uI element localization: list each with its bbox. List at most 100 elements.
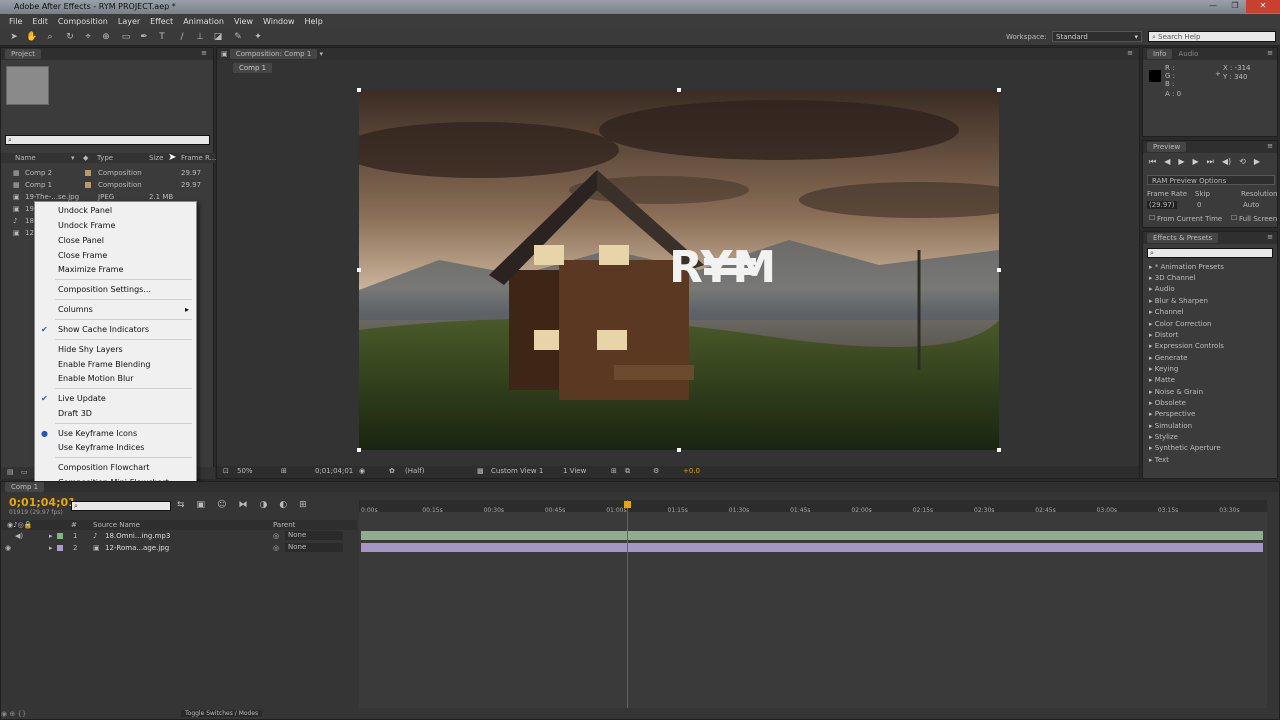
transform-handle[interactable] bbox=[997, 448, 1001, 452]
resolution-select[interactable]: (Half) bbox=[405, 467, 424, 475]
menu-item-draft-3d[interactable]: Draft 3D bbox=[58, 409, 92, 418]
tab-audio[interactable]: Audio bbox=[1178, 50, 1198, 58]
skip-value[interactable]: 0 bbox=[1197, 201, 1201, 209]
toggle-switches-modes-button[interactable]: Toggle Switches / Modes bbox=[181, 710, 263, 717]
transform-handle[interactable] bbox=[997, 88, 1001, 92]
zoom-tool-icon[interactable]: ⌕ bbox=[44, 31, 56, 43]
resolution-select[interactable]: Auto bbox=[1243, 201, 1259, 209]
effects-item[interactable]: ▸ Stylize bbox=[1149, 433, 1178, 441]
effects-item[interactable]: ▸ Simulation bbox=[1149, 422, 1192, 430]
tab-project[interactable]: Project bbox=[5, 49, 41, 59]
loop-icon[interactable]: ⟲ bbox=[1239, 157, 1246, 167]
hand-tool-icon[interactable]: ✋ bbox=[26, 31, 38, 43]
transform-handle[interactable] bbox=[357, 88, 361, 92]
camera-tool-icon[interactable]: ⌖ bbox=[82, 31, 94, 43]
menu-item-use-keyframe-icons[interactable]: Use Keyframe Icons bbox=[58, 429, 137, 438]
transparency-grid-icon[interactable]: ▩ bbox=[477, 467, 484, 475]
menu-item-hide-shy-layers[interactable]: Hide Shy Layers bbox=[58, 345, 123, 354]
snapshot-icon[interactable]: ◉ bbox=[359, 467, 365, 475]
menu-item-composition-flowchart[interactable]: Composition Flowchart bbox=[58, 463, 150, 472]
lock-icon[interactable]: ▣ bbox=[221, 50, 228, 58]
list-item[interactable]: ▦ Comp 1 Composition 29.97 bbox=[1, 179, 215, 191]
column-source-name[interactable]: Source Name bbox=[93, 521, 140, 529]
hide-shy-icon[interactable]: ☺ bbox=[217, 500, 226, 510]
effects-item[interactable]: ▸ Text bbox=[1149, 456, 1169, 464]
effects-item[interactable]: ▸ Synthetic Aperture bbox=[1149, 444, 1221, 452]
tab-info[interactable]: Info bbox=[1147, 49, 1173, 59]
comp-canvas[interactable]: RYM bbox=[359, 90, 999, 450]
audio-toggle-icon[interactable]: ◀) bbox=[15, 532, 23, 540]
close-button[interactable]: ✕ bbox=[1246, 0, 1280, 13]
column-name[interactable]: Name bbox=[15, 154, 36, 162]
chevron-down-icon[interactable]: ▾ bbox=[320, 50, 324, 58]
pen-tool-icon[interactable]: ✒ bbox=[138, 31, 150, 43]
pan-behind-tool-icon[interactable]: ⊕ bbox=[100, 31, 112, 43]
tab-timeline-comp[interactable]: Comp 1 bbox=[5, 482, 45, 492]
full-screen-checkbox[interactable]: ☐ bbox=[1231, 214, 1237, 222]
graph-editor-icon[interactable]: ⊞ bbox=[299, 500, 307, 510]
effects-item[interactable]: ▸ Matte bbox=[1149, 376, 1175, 384]
tab-composition[interactable]: Composition: Comp 1 bbox=[229, 49, 318, 59]
panel-menu-icon[interactable]: ≡ bbox=[1267, 49, 1273, 57]
effects-item[interactable]: ▸ * Animation Presets bbox=[1149, 263, 1224, 271]
menu-view[interactable]: View bbox=[229, 17, 258, 26]
menu-item-undock-frame[interactable]: Undock Frame bbox=[58, 221, 115, 230]
ram-preview-icon[interactable]: ▶ bbox=[1254, 157, 1260, 167]
pick-whip-icon[interactable]: ◎ bbox=[273, 544, 279, 552]
list-item[interactable]: ▦ Comp 2 Composition 29.97 bbox=[1, 167, 215, 179]
ram-preview-options-select[interactable]: RAM Preview Options bbox=[1147, 175, 1275, 185]
flowchart-icon[interactable]: ⚙ bbox=[653, 467, 659, 475]
in-out-icon[interactable]: {} bbox=[17, 710, 26, 718]
next-frame-icon[interactable]: ▶ bbox=[1193, 157, 1199, 167]
draft-3d-icon[interactable]: ▣ bbox=[197, 500, 206, 510]
mini-flowchart-icon[interactable]: ⇆ bbox=[177, 500, 185, 510]
comp-breadcrumb[interactable]: Comp 1 bbox=[233, 63, 273, 73]
color-channel-icon[interactable]: ✿ bbox=[389, 467, 395, 475]
expand-arrow-icon[interactable]: ▸ bbox=[49, 532, 53, 540]
menu-item-live-update[interactable]: Live Update bbox=[58, 394, 106, 403]
effects-item[interactable]: ▸ Channel bbox=[1149, 308, 1184, 316]
rectangle-tool-icon[interactable]: ▭ bbox=[120, 31, 132, 43]
selection-tool-icon[interactable]: ➤ bbox=[8, 31, 20, 43]
column-size[interactable]: Size bbox=[149, 154, 163, 162]
layer-row[interactable]: ◀) ▸ 1 ♪ 18.Omni...ing.mp3 ◎ None bbox=[1, 531, 357, 542]
menu-edit[interactable]: Edit bbox=[27, 17, 53, 26]
minimize-button[interactable]: — bbox=[1202, 0, 1224, 13]
current-time[interactable]: 0;01;04;01 bbox=[315, 467, 353, 475]
layer-name[interactable]: 18.Omni...ing.mp3 bbox=[105, 532, 170, 540]
effects-item[interactable]: ▸ 3D Channel bbox=[1149, 274, 1196, 282]
menu-window[interactable]: Window bbox=[258, 17, 300, 26]
effects-item[interactable]: ▸ Blur & Sharpen bbox=[1149, 297, 1208, 305]
panel-menu-icon[interactable]: ≡ bbox=[201, 49, 207, 57]
layer-bar-image[interactable] bbox=[361, 543, 1263, 552]
effects-item[interactable]: ▸ Perspective bbox=[1149, 410, 1195, 418]
menu-item-undock-panel[interactable]: Undock Panel bbox=[58, 206, 112, 215]
menu-item-close-frame[interactable]: Close Frame bbox=[58, 251, 107, 260]
title-safe-icon[interactable]: ⊞ bbox=[281, 467, 287, 475]
effects-item[interactable]: ▸ Keying bbox=[1149, 365, 1178, 373]
interpret-footage-icon[interactable]: ▤ bbox=[7, 468, 14, 476]
panel-menu-icon[interactable]: ≡ bbox=[1267, 142, 1273, 150]
effects-item[interactable]: ▸ Distort bbox=[1149, 331, 1178, 339]
magnifier-icon[interactable]: ⊡ bbox=[223, 467, 229, 475]
menu-animation[interactable]: Animation bbox=[178, 17, 229, 26]
menu-item-use-keyframe-indices[interactable]: Use Keyframe Indices bbox=[58, 443, 144, 452]
column-parent[interactable]: Parent bbox=[273, 521, 295, 529]
list-item[interactable]: ♪ 18... bbox=[1, 215, 41, 227]
project-search-input[interactable]: ⌕ bbox=[5, 135, 210, 145]
menu-item-enable-frame-blending[interactable]: Enable Frame Blending bbox=[58, 360, 150, 369]
effects-item[interactable]: ▸ Color Correction bbox=[1149, 320, 1211, 328]
view-select[interactable]: Custom View 1 bbox=[491, 467, 543, 475]
menu-item-columns[interactable]: Columns bbox=[58, 305, 93, 314]
menu-help[interactable]: Help bbox=[300, 17, 328, 26]
mute-audio-icon[interactable]: ◀) bbox=[1222, 157, 1231, 167]
last-frame-icon[interactable]: ⏭ bbox=[1207, 157, 1214, 167]
list-item[interactable]: ▣ 12-... bbox=[1, 227, 43, 239]
from-current-checkbox[interactable]: ☐ bbox=[1149, 214, 1155, 222]
transform-handle[interactable] bbox=[677, 448, 681, 452]
clone-stamp-tool-icon[interactable]: ⊥ bbox=[194, 31, 206, 43]
menu-layer[interactable]: Layer bbox=[113, 17, 145, 26]
list-item[interactable]: ▣ 19... bbox=[1, 203, 41, 215]
eye-visibility-icon[interactable]: ◉ bbox=[5, 544, 11, 552]
timeline-timecode[interactable]: 0;01;04;01 bbox=[9, 496, 76, 509]
